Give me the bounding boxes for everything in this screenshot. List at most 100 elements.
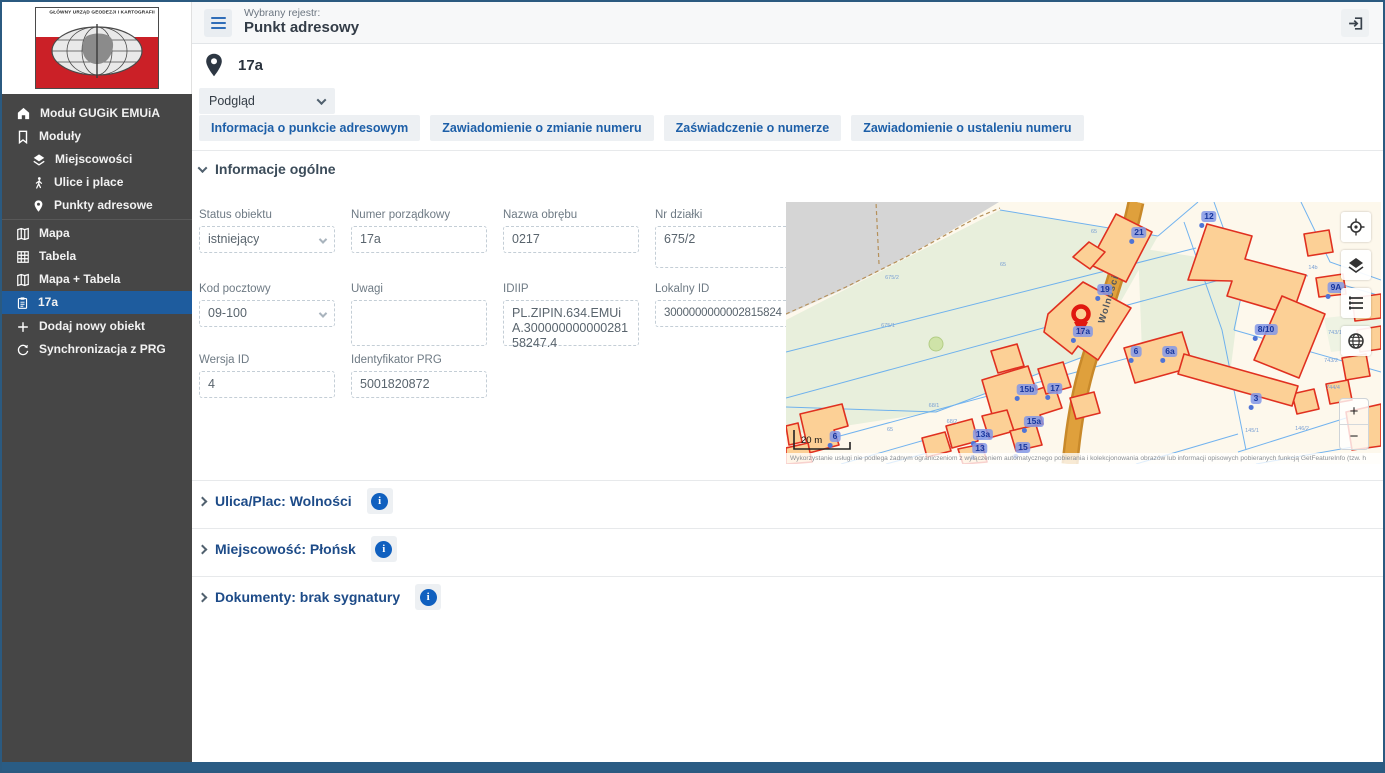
info-icon: i xyxy=(371,493,388,510)
number-certificate-button[interactable]: Zaświadczenie o numerze xyxy=(664,115,842,141)
sidebar-item-label: Dodaj nowy obiekt xyxy=(39,315,145,338)
field-label: Lokalny ID xyxy=(655,283,791,295)
bookmark-icon xyxy=(16,130,30,144)
globe-icon xyxy=(1347,332,1365,350)
divider xyxy=(192,480,1383,481)
scale-label: 20 m xyxy=(801,435,822,446)
chevron-right-icon xyxy=(198,592,208,602)
app-window: GŁÓWNY URZĄD GEODEZJI I KARTOGRAFII Modu… xyxy=(0,0,1385,773)
mode-select-value: Podgląd xyxy=(209,94,255,108)
action-buttons: Informacja o punkcie adresowym Zawiadomi… xyxy=(199,115,1084,141)
sidebar-item-label: Moduły xyxy=(39,125,81,148)
zoom-out-button[interactable]: − xyxy=(1340,425,1368,450)
pedestrian-icon xyxy=(32,176,45,190)
sync-icon xyxy=(16,343,30,357)
gugik-logo: GŁÓWNY URZĄD GEODEZJI I KARTOGRAFII xyxy=(35,7,159,89)
topbar: Wybrany rejestr: Punkt adresowy xyxy=(192,2,1383,44)
sidebar-item-label: Mapa xyxy=(39,222,70,245)
field-label: Status obiektu xyxy=(199,209,335,221)
sidebar-item-moduly[interactable]: Moduły xyxy=(2,125,192,148)
map-base-layer: Wolności xyxy=(786,202,1381,464)
sidebar-item-mapa-tabela[interactable]: Mapa + Tabela xyxy=(2,268,192,291)
field-label: Nazwa obrębu xyxy=(503,209,639,221)
numer-porzadkowy-input[interactable]: 17a xyxy=(351,226,487,253)
address-point-info-button[interactable]: Informacja o punkcie adresowym xyxy=(199,115,420,141)
map-canvas[interactable]: Wolności 2112199A8/1066a315b1715a13a1315… xyxy=(786,202,1381,464)
section-miejscowosc[interactable]: Miejscowość: Płońsk i xyxy=(199,536,397,562)
sidebar-divider xyxy=(2,219,192,220)
layers-button[interactable] xyxy=(1341,250,1371,280)
sidebar-item-tabela[interactable]: Tabela xyxy=(2,245,192,268)
logout-button[interactable] xyxy=(1341,9,1369,37)
section-ulica-plac[interactable]: Ulica/Plac: Wolności i xyxy=(199,488,393,514)
sidebar-item-17a[interactable]: 17a xyxy=(2,291,192,314)
chevron-right-icon xyxy=(198,544,208,554)
zoom-in-button[interactable]: + xyxy=(1340,399,1368,425)
uwagi-input[interactable] xyxy=(351,300,487,346)
field-numer-porzadkowy: Numer porządkowy 17a xyxy=(351,209,487,253)
sidebar-item-dodaj-nowy-obiekt[interactable]: Dodaj nowy obiekt xyxy=(2,315,192,338)
info-button[interactable]: i xyxy=(367,488,393,514)
field-label: Kod pocztowy xyxy=(199,283,335,295)
section-informacje-ogolne[interactable]: Informacje ogólne xyxy=(199,156,336,182)
number-change-notice-button[interactable]: Zawiadomienie o zmianie numeru xyxy=(430,115,653,141)
plus-icon xyxy=(16,320,30,334)
map-icon xyxy=(16,227,30,241)
sidebar-item-label: Mapa + Tabela xyxy=(39,268,120,291)
field-idiip: IDIIP PL.ZIPIN.634.EMUiA.300000000000281… xyxy=(503,283,639,346)
number-assignment-notice-button[interactable]: Zawiadomienie o ustaleniu numeru xyxy=(851,115,1083,141)
globe-emblem-icon xyxy=(49,24,145,78)
section-dokumenty[interactable]: Dokumenty: brak sygnatury i xyxy=(199,584,441,610)
sidebar-item-label: Miejscowości xyxy=(55,148,132,171)
kod-pocztowy-select[interactable]: 09-100 xyxy=(199,300,335,327)
identyfikator-prg-input[interactable]: 5001820872 xyxy=(351,371,487,398)
field-label: Wersja ID xyxy=(199,354,335,366)
status-obiektu-select[interactable]: istniejący xyxy=(199,226,335,253)
scale-bar: 20 m xyxy=(792,428,862,452)
sidebar-item-modul-gugik-emuia[interactable]: Moduł GUGiK EMUiA xyxy=(2,102,192,125)
locate-button[interactable] xyxy=(1341,212,1371,242)
idiip-input[interactable]: PL.ZIPIN.634.EMUiA.30000000000028158247.… xyxy=(503,300,639,346)
sidebar-item-synchronizacja-z-prg[interactable]: Synchronizacja z PRG xyxy=(2,338,192,361)
info-icon: i xyxy=(420,589,437,606)
sidebar-item-punkty-adresowe[interactable]: Punkty adresowe xyxy=(2,194,192,217)
nazwa-obrebu-input[interactable]: 0217 xyxy=(503,226,639,253)
legend-button[interactable] xyxy=(1341,288,1371,318)
table-icon xyxy=(16,250,30,264)
sidebar-item-label: Synchronizacja z PRG xyxy=(39,338,166,361)
field-nr-dzialki: Nr działki 675/2 xyxy=(655,209,791,268)
sidebar-item-label: Ulice i place xyxy=(54,171,123,194)
sidebar-item-miejscowosci[interactable]: Miejscowości xyxy=(2,148,192,171)
sidebar-item-mapa[interactable]: Mapa xyxy=(2,222,192,245)
nr-dzialki-input[interactable]: 675/2 xyxy=(655,226,791,268)
chevron-right-icon xyxy=(198,496,208,506)
chevron-down-icon xyxy=(317,95,327,105)
sidebar: GŁÓWNY URZĄD GEODEZJI I KARTOGRAFII Modu… xyxy=(2,2,192,762)
wersja-id-input[interactable]: 4 xyxy=(199,371,335,398)
zoom-control: + − xyxy=(1339,398,1369,450)
info-button[interactable]: i xyxy=(371,536,397,562)
field-label: Uwagi xyxy=(351,283,487,295)
sidebar-item-ulice-i-place[interactable]: Ulice i place xyxy=(2,171,192,194)
info-button[interactable]: i xyxy=(415,584,441,610)
chevron-down-icon xyxy=(198,163,208,173)
lokalny-id-input[interactable]: 30000000000028158247 xyxy=(655,300,791,327)
section-title: Ulica/Plac: Wolności xyxy=(215,493,352,509)
chevron-down-icon xyxy=(319,309,327,317)
info-icon: i xyxy=(375,541,392,558)
field-uwagi: Uwagi xyxy=(351,283,487,346)
field-label: IDIIP xyxy=(503,283,639,295)
sidebar-item-label: Tabela xyxy=(39,245,76,268)
field-identyfikator-prg: Identyfikator PRG 5001820872 xyxy=(351,354,487,398)
field-status-obiektu: Status obiektu istniejący xyxy=(199,209,335,253)
exit-icon xyxy=(1347,15,1364,32)
basemap-button[interactable] xyxy=(1341,326,1371,356)
map-attribution: Wykorzystanie usługi nie podlega żadnym … xyxy=(786,453,1381,464)
logo-area: GŁÓWNY URZĄD GEODEZJI I KARTOGRAFII xyxy=(2,2,192,94)
list-icon xyxy=(1347,294,1365,312)
menu-toggle-button[interactable] xyxy=(204,9,232,37)
register-name: Punkt adresowy xyxy=(244,19,359,36)
field-label: Nr działki xyxy=(655,209,791,221)
sidebar-item-label: Moduł GUGiK EMUiA xyxy=(40,102,160,125)
mode-select[interactable]: Podgląd xyxy=(199,88,335,114)
